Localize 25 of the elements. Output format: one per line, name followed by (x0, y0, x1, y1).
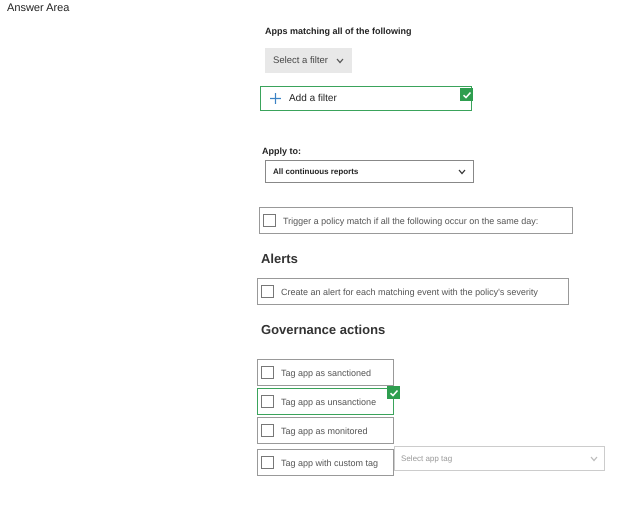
field-label: Apply to: (262, 146, 301, 156)
checkbox[interactable] (261, 285, 274, 298)
checkbox[interactable] (263, 214, 276, 227)
add-filter-box[interactable]: Add a filter (260, 86, 472, 111)
section-heading: Governance actions (261, 322, 386, 337)
section-heading: Alerts (261, 251, 298, 266)
checkbox[interactable] (261, 424, 274, 437)
chevron-down-icon (458, 168, 466, 174)
checkbox-label: Tag app as monitored (281, 426, 368, 436)
add-filter-label: Add a filter (289, 93, 337, 104)
section-heading: Apps matching all of the following (265, 26, 412, 36)
apply-to-dropdown[interactable]: All continuous reports (265, 160, 474, 183)
checkbox-label: Trigger a policy match if all the following occur on the same day: (283, 216, 538, 226)
checkbox[interactable] (261, 366, 274, 379)
checkbox[interactable] (261, 395, 274, 408)
checkbox-label: Create an alert for each matching event with the policy's severity (281, 286, 538, 296)
checkbox-label: Tag app with custom tag (281, 458, 378, 468)
filter-dropdown[interactable]: Select a filter (265, 48, 352, 73)
answer-area-title: Answer Area (7, 2, 70, 14)
plus-icon (270, 93, 281, 104)
checkbox-label: Tag app as sanctioned (281, 368, 372, 378)
chevron-down-icon (336, 58, 344, 64)
chevron-down-icon (590, 456, 598, 462)
checkbox[interactable] (261, 456, 274, 469)
checkbox-label: Tag app as unsanctione (281, 396, 376, 406)
